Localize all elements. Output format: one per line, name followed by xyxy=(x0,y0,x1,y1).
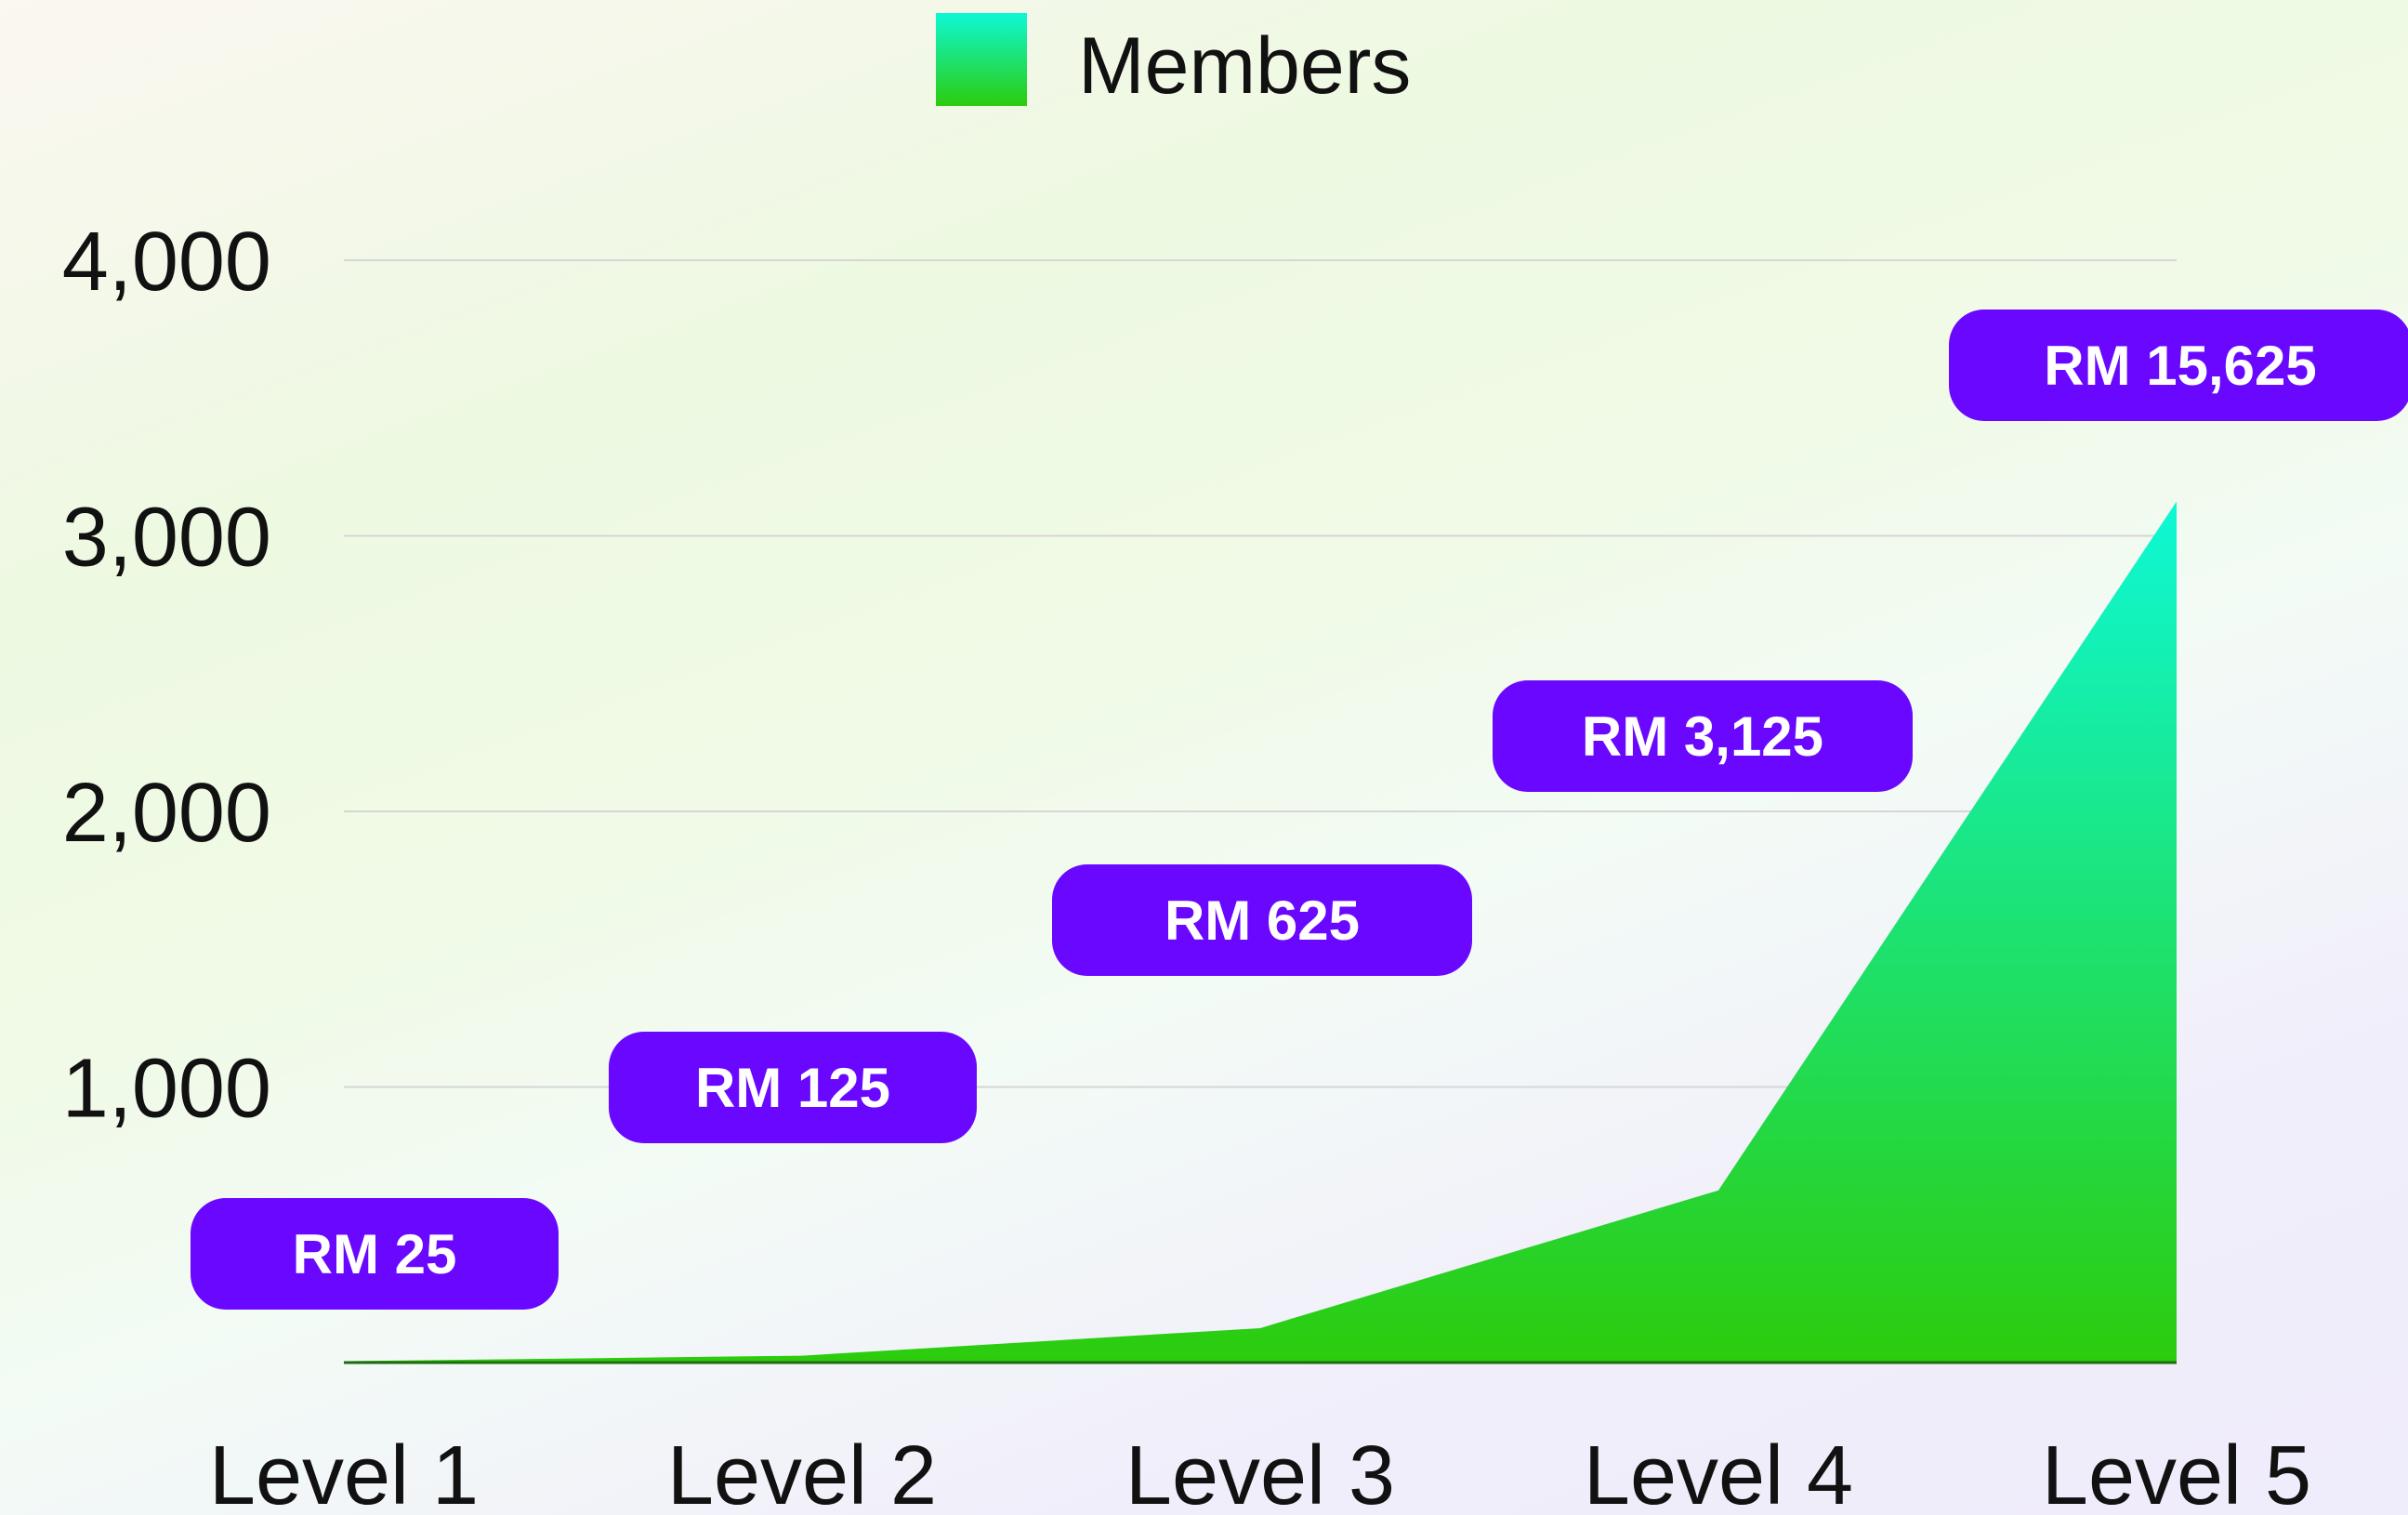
pill-label: RM 15,625 xyxy=(2044,335,2317,397)
y-axis-ticks: 4,000 3,000 2,000 1,000 xyxy=(62,216,271,1136)
x-tick-label: Level 5 xyxy=(2042,1429,2311,1515)
pill-label: RM 125 xyxy=(695,1057,890,1119)
y-tick-label: 4,000 xyxy=(62,216,271,309)
pill-label: RM 3,125 xyxy=(1582,705,1823,768)
pill-label: RM 625 xyxy=(1165,889,1360,952)
annotation-pill-level-3: RM 625 xyxy=(1052,864,1472,976)
x-tick-label: Level 2 xyxy=(667,1429,937,1515)
y-tick-label: 1,000 xyxy=(62,1043,271,1136)
y-tick-label: 3,000 xyxy=(62,492,271,585)
x-tick-label: Level 4 xyxy=(1584,1429,1853,1515)
x-tick-label: Level 3 xyxy=(1125,1429,1395,1515)
x-axis-ticks: Level 1 Level 2 Level 3 Level 4 Level 5 xyxy=(209,1429,2311,1515)
annotation-pill-level-4: RM 3,125 xyxy=(1493,680,1913,792)
y-tick-label: 2,000 xyxy=(62,767,271,860)
x-tick-label: Level 1 xyxy=(209,1429,479,1515)
annotation-pill-level-1: RM 25 xyxy=(191,1198,559,1310)
area-chart: 4,0003,0002,0001,000 Level 1 Level 2 Level… xyxy=(62,13,2408,1515)
legend: Members xyxy=(936,13,1411,111)
annotation-pill-level-2: RM 125 xyxy=(609,1032,977,1143)
legend-swatch xyxy=(936,13,1027,106)
annotation-pill-level-5: RM 15,625 xyxy=(1949,310,2408,421)
pill-label: RM 25 xyxy=(293,1223,457,1285)
legend-label: Members xyxy=(1078,21,1411,111)
